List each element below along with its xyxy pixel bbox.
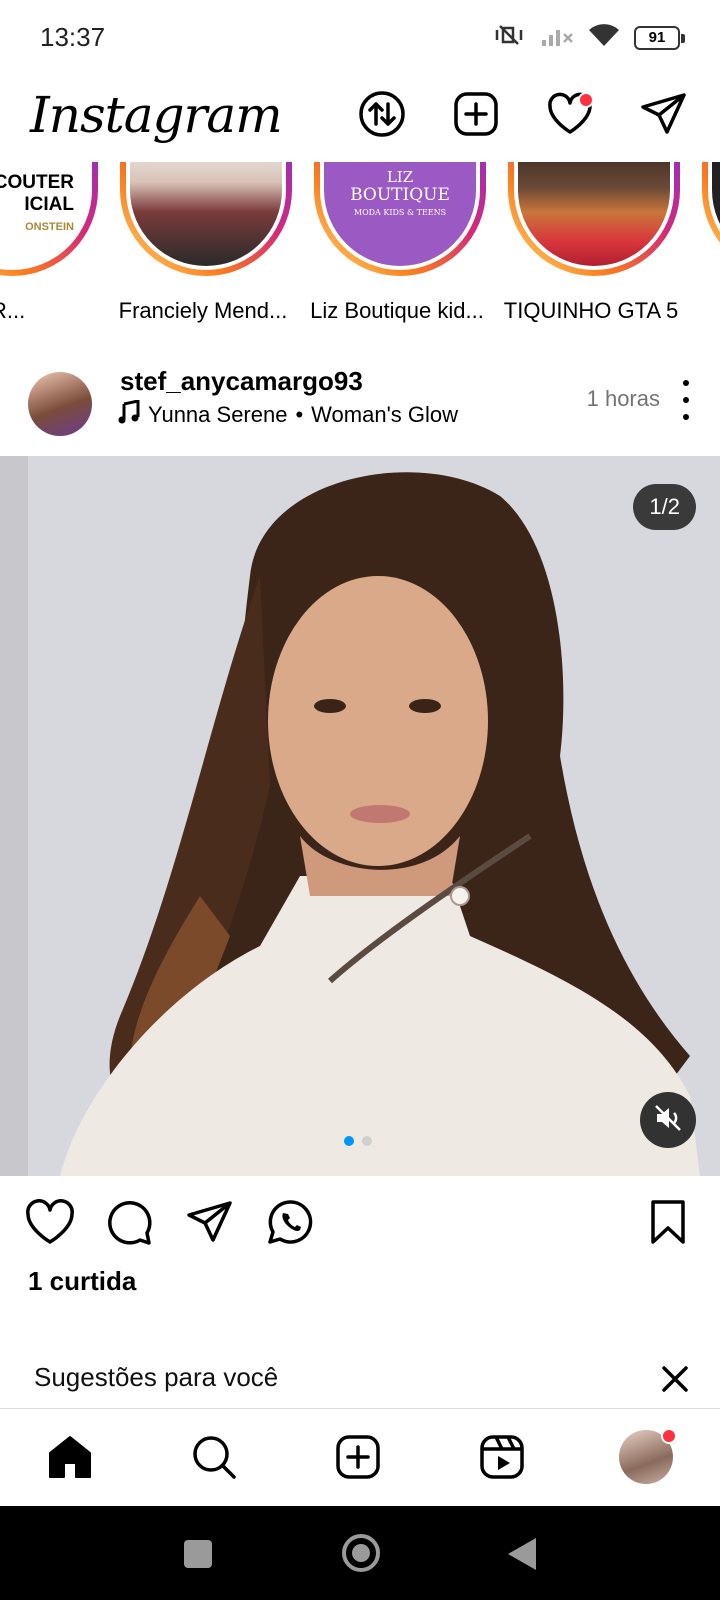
story-item[interactable]: Franciely Mend... bbox=[108, 162, 298, 342]
carousel-dot-active bbox=[344, 1136, 354, 1146]
direct-messages-icon[interactable] bbox=[638, 88, 690, 140]
whatsapp-icon[interactable] bbox=[264, 1196, 316, 1248]
story-item[interactable]: LIZ BOUTIQUE MODA KIDS & TEENS Liz Bouti… bbox=[302, 162, 492, 342]
instagram-logo[interactable]: Instagram bbox=[30, 86, 283, 144]
story-ring bbox=[120, 162, 292, 276]
avatar bbox=[619, 1428, 677, 1484]
post-photo bbox=[60, 472, 700, 1176]
wifi-icon bbox=[588, 22, 620, 53]
suggestions-title: Sugestões para você bbox=[34, 1362, 279, 1392]
slide-counter: 1/2 bbox=[633, 484, 696, 530]
story-name: Liz Boutique kid... bbox=[310, 298, 484, 323]
post-image[interactable]: 1/2 bbox=[0, 456, 720, 1176]
create-post-icon[interactable] bbox=[450, 88, 502, 140]
mute-button[interactable] bbox=[640, 1092, 696, 1148]
carousel-dots bbox=[344, 1136, 372, 1146]
post-time: 1 horas bbox=[586, 386, 660, 411]
status-bar: 13:37 91 bbox=[0, 0, 720, 78]
speaker-muted-icon bbox=[653, 1103, 683, 1138]
notifications-heart-icon[interactable] bbox=[544, 88, 596, 140]
close-icon[interactable] bbox=[658, 1362, 692, 1396]
post-actions bbox=[0, 1176, 720, 1272]
story-ring bbox=[702, 162, 720, 276]
story-item[interactable]: TIQUINHO GTA 5 bbox=[496, 162, 686, 342]
comment-icon[interactable] bbox=[104, 1196, 156, 1248]
notification-dot bbox=[661, 1428, 677, 1444]
save-bookmark-icon[interactable] bbox=[642, 1196, 694, 1248]
status-time: 13:37 bbox=[40, 22, 106, 52]
music-artist: Yunna Serene bbox=[148, 402, 288, 427]
music-note-icon bbox=[118, 399, 140, 430]
signal-icon bbox=[540, 22, 574, 53]
notification-dot bbox=[578, 92, 594, 108]
story-avatar bbox=[712, 162, 720, 266]
app-header: Instagram bbox=[0, 78, 720, 162]
status-icons: 91 bbox=[492, 20, 685, 55]
share-icon[interactable] bbox=[184, 1196, 236, 1248]
separator-dot: • bbox=[295, 402, 304, 427]
story-avatar: SCOUTER ICIAL ONSTEIN bbox=[0, 162, 88, 266]
battery-icon: 91 bbox=[634, 25, 685, 50]
story-avatar bbox=[518, 162, 670, 266]
search-icon[interactable] bbox=[186, 1429, 242, 1485]
system-nav-bar bbox=[0, 1506, 720, 1600]
story-name: COUTER... bbox=[0, 298, 26, 323]
bottom-nav bbox=[0, 1408, 720, 1506]
home-icon[interactable] bbox=[42, 1429, 98, 1485]
story-ring: SCOUTER ICIAL ONSTEIN bbox=[0, 162, 98, 276]
music-track: Woman's Glow bbox=[311, 402, 459, 427]
story-avatar bbox=[130, 162, 282, 266]
story-name: TIQUINHO GTA 5 bbox=[503, 298, 679, 323]
more-options-icon[interactable] bbox=[680, 380, 692, 420]
avatar[interactable] bbox=[28, 372, 92, 436]
like-heart-icon[interactable] bbox=[24, 1196, 76, 1248]
back-button[interactable] bbox=[506, 1536, 538, 1577]
vibrate-off-icon bbox=[492, 20, 526, 55]
recents-button[interactable] bbox=[182, 1538, 214, 1575]
story-name: Franciely Mend... bbox=[118, 298, 288, 323]
story-item[interactable] bbox=[690, 162, 720, 342]
feed-switch-icon[interactable] bbox=[356, 88, 408, 140]
story-avatar: LIZ BOUTIQUE MODA KIDS & TEENS bbox=[324, 162, 476, 266]
story-item[interactable]: SCOUTER ICIAL ONSTEIN COUTER... bbox=[0, 162, 104, 342]
reels-icon[interactable] bbox=[474, 1429, 530, 1485]
profile-tab[interactable] bbox=[618, 1428, 677, 1485]
post-username[interactable]: stef_anycamargo93 bbox=[120, 366, 363, 397]
create-icon[interactable] bbox=[330, 1429, 386, 1485]
post-header: stef_anycamargo93 Yunna Serene • Woman's… bbox=[0, 360, 720, 446]
music-info[interactable]: Yunna Serene • Woman's Glow bbox=[118, 399, 459, 430]
story-ring bbox=[508, 162, 680, 276]
home-button[interactable] bbox=[340, 1532, 382, 1579]
like-count[interactable]: 1 curtida bbox=[28, 1266, 136, 1297]
carousel-dot bbox=[362, 1136, 372, 1146]
story-ring: LIZ BOUTIQUE MODA KIDS & TEENS bbox=[314, 162, 486, 276]
stories-tray: SCOUTER ICIAL ONSTEIN COUTER... Franciel… bbox=[0, 162, 720, 342]
